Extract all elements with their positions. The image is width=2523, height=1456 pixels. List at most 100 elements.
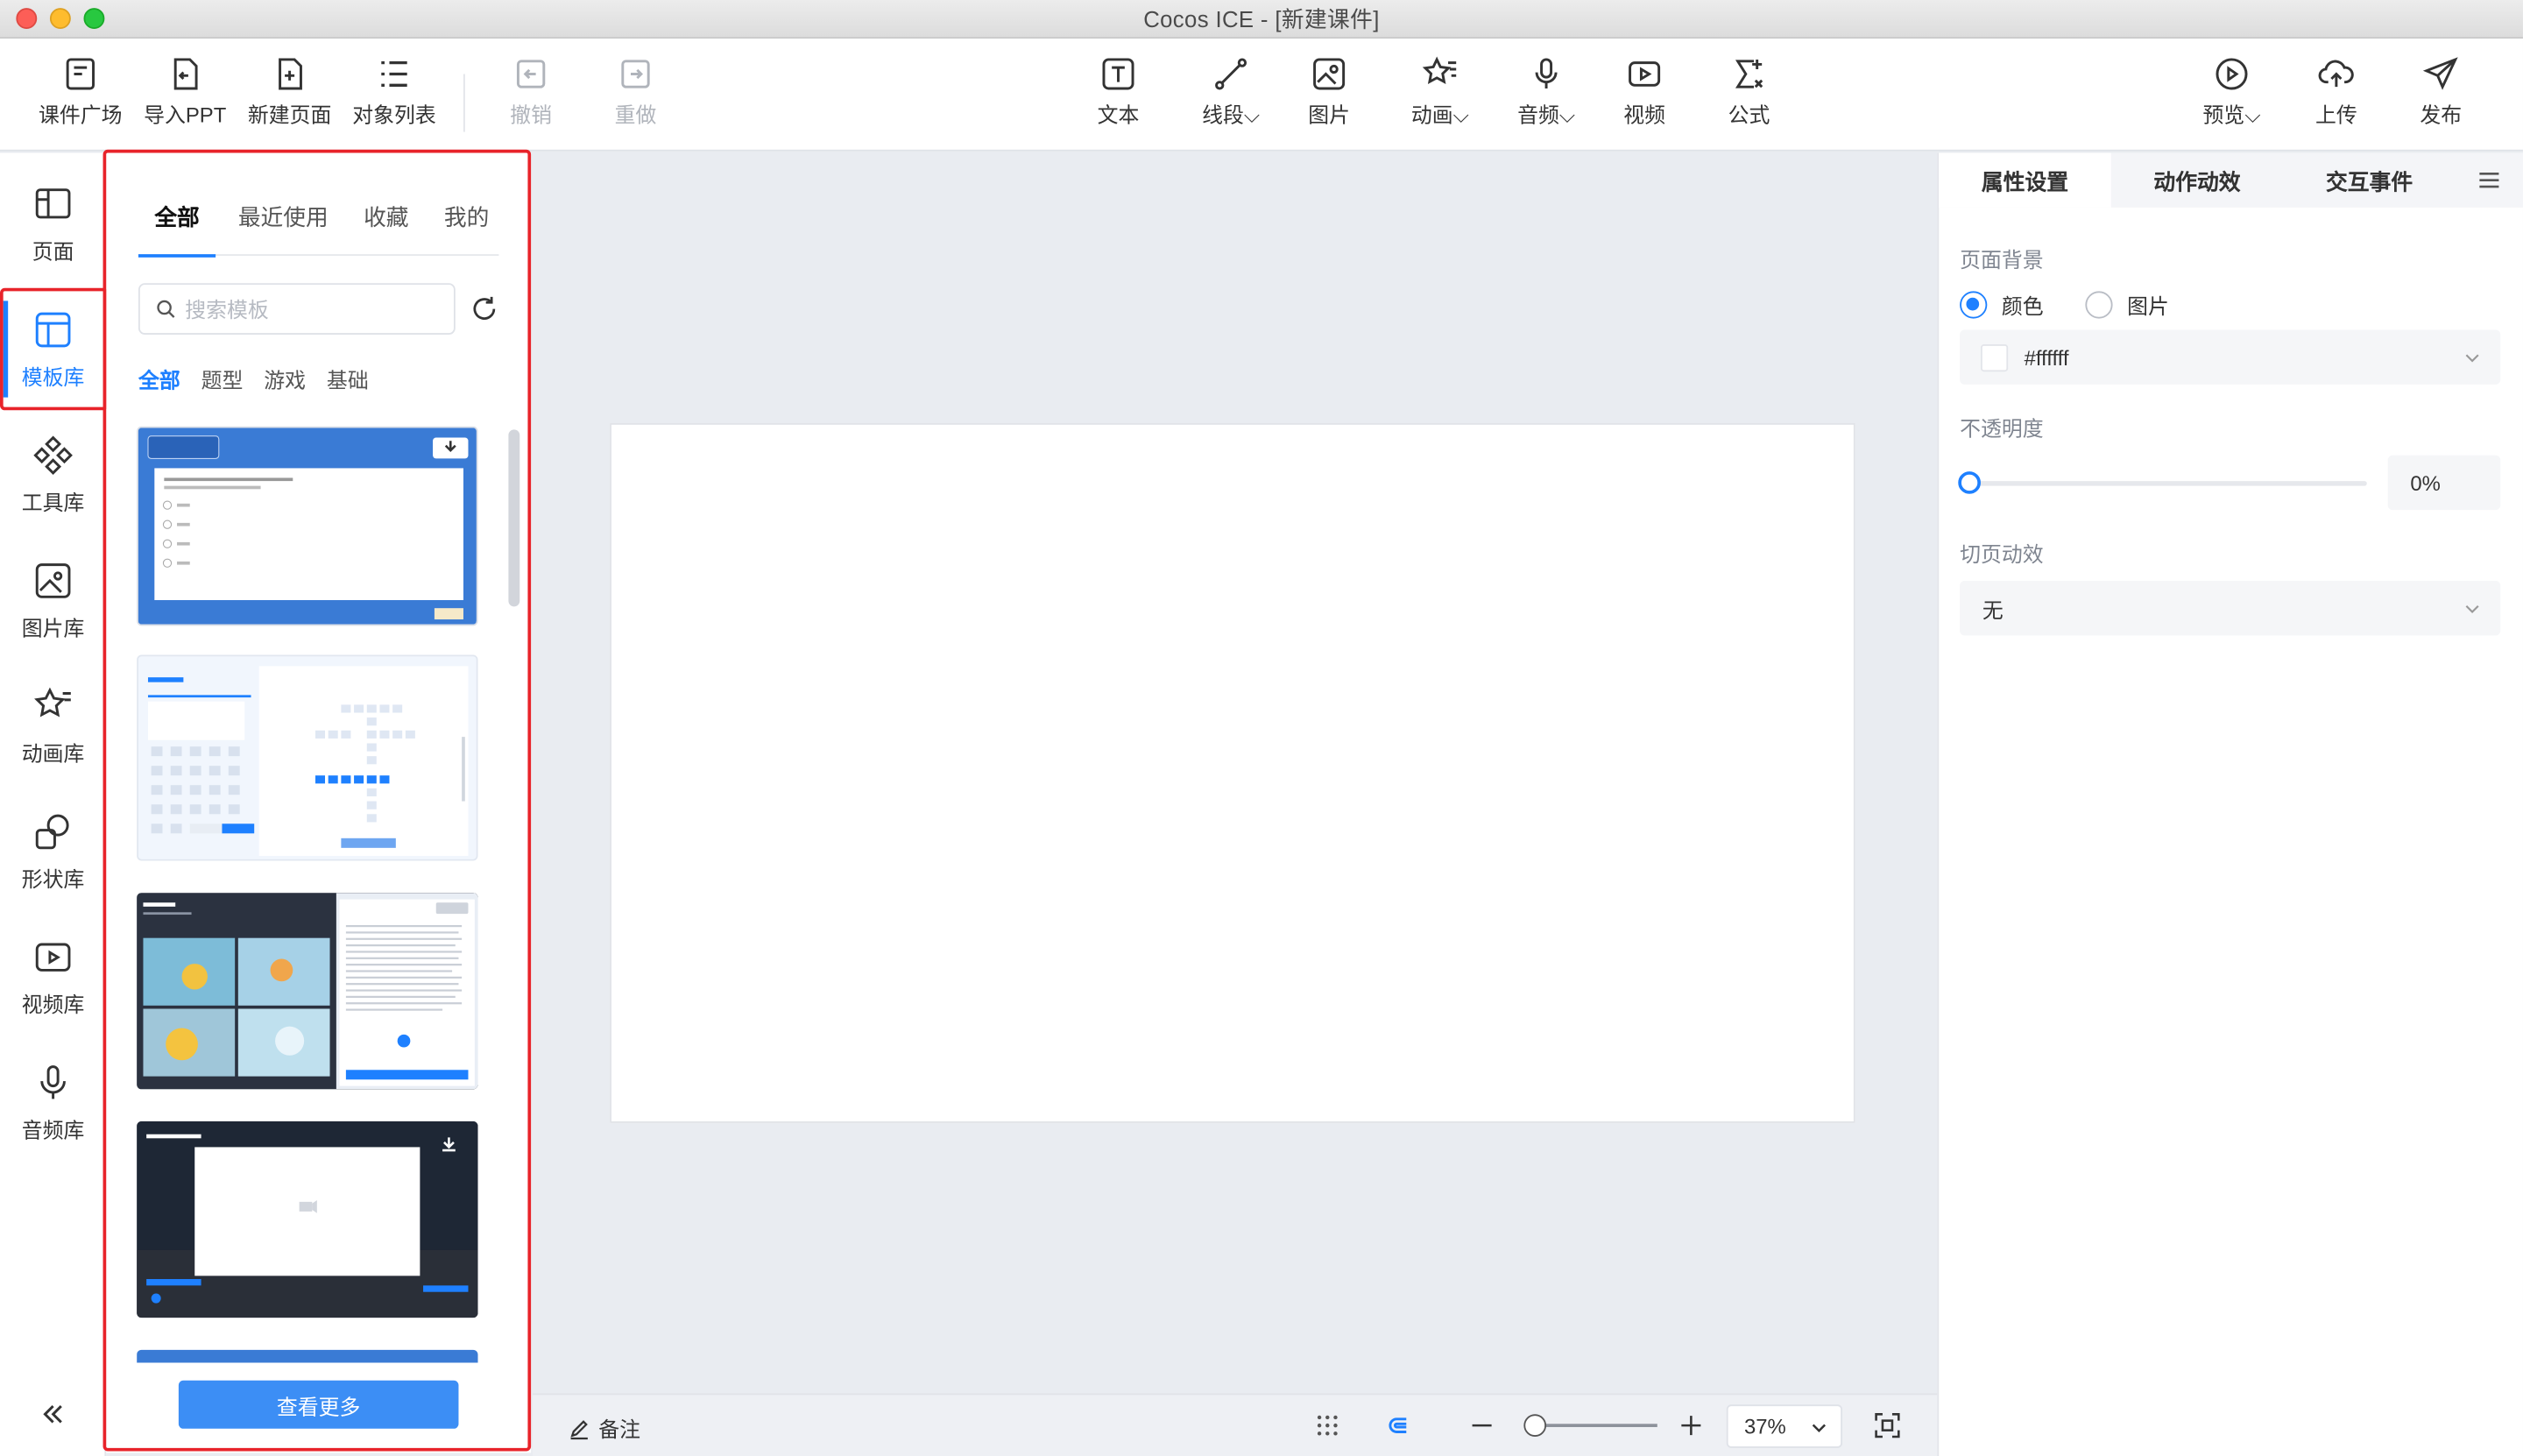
tab-interaction-events[interactable]: 交互事件 [2283, 152, 2456, 207]
rail-item-animations[interactable]: 动画库 [0, 664, 106, 787]
zoom-out-icon[interactable] [1467, 1411, 1496, 1440]
template-card-list [137, 426, 478, 1363]
template-card[interactable] [137, 426, 478, 626]
courseware-square-label: 课件广场 [39, 102, 123, 128]
opacity-slider-handle[interactable] [1958, 471, 1981, 494]
undo-icon [516, 60, 546, 88]
text-icon [1102, 58, 1134, 90]
rail-item-tools[interactable]: 工具库 [0, 413, 106, 536]
undo-button[interactable]: 撤销 [483, 54, 579, 135]
object-list-button[interactable]: 对象列表 [346, 54, 442, 135]
template-list-scrollbar[interactable] [508, 429, 520, 607]
chevron-down-icon [2465, 604, 2479, 614]
audio-tool-label: 音频⌵ [1517, 102, 1576, 128]
refresh-icon[interactable] [470, 294, 498, 323]
minimize-window-button[interactable] [49, 8, 71, 30]
animation-tool-button[interactable]: 动画⌵ [1392, 54, 1488, 135]
rail-item-label: 音频库 [21, 1117, 85, 1141]
rail-item-images[interactable]: 图片库 [0, 539, 106, 661]
upload-icon [2318, 60, 2354, 88]
preview-label: 预览⌵ [2202, 102, 2261, 128]
formula-tool-button[interactable]: 公式 [1700, 54, 1797, 135]
double-chevron-left-icon [43, 1405, 62, 1424]
tab-all[interactable]: 全部 [138, 198, 216, 258]
rail-item-label: 页面 [32, 238, 74, 264]
undo-label: 撤销 [510, 102, 552, 128]
rail-item-shapes[interactable]: 形状库 [0, 790, 106, 913]
zoom-in-icon[interactable] [1677, 1411, 1706, 1440]
tab-properties[interactable]: 属性设置 [1939, 152, 2111, 208]
collapse-panel-button[interactable] [39, 1400, 67, 1429]
page-transition-title: 切页动效 [1960, 541, 2044, 567]
opacity-input[interactable]: 0% [2387, 455, 2501, 511]
upload-button[interactable]: 上传 [2288, 54, 2385, 135]
rail-item-templates[interactable]: 模板库 [0, 288, 106, 411]
tab-action-effects[interactable]: 动作动效 [2111, 152, 2284, 207]
color-swatch [1980, 343, 2009, 371]
maximize-window-button[interactable] [83, 8, 105, 30]
tab-mine[interactable]: 我的 [444, 198, 489, 256]
filter-games[interactable]: 游戏 [264, 364, 306, 394]
image-tool-label: 图片 [1308, 102, 1350, 128]
canvas-bottom-bar: 备注 37% [532, 1393, 1938, 1456]
shape-library-icon [35, 813, 69, 849]
view-more-button[interactable]: 查看更多 [178, 1380, 459, 1429]
filter-question-type[interactable]: 题型 [201, 364, 244, 394]
slide-page[interactable] [610, 422, 1855, 1123]
redo-button[interactable]: 重做 [587, 54, 683, 135]
zoom-slider-handle[interactable] [1523, 1414, 1547, 1437]
template-thumbnail [138, 656, 477, 859]
line-tool-label: 线段⌵ [1202, 102, 1261, 128]
audio-tool-button[interactable]: 音频⌵ [1498, 54, 1594, 135]
chevron-down-icon [1812, 1424, 1827, 1433]
filter-basic[interactable]: 基础 [327, 364, 369, 394]
redo-icon [621, 60, 650, 88]
publish-button[interactable]: 发布 [2392, 54, 2489, 135]
template-card[interactable] [137, 1349, 478, 1363]
video-icon [1629, 61, 1661, 87]
new-page-button[interactable]: 新建页面 [242, 54, 338, 135]
template-search-input[interactable] [185, 296, 443, 322]
animation-library-icon [34, 686, 71, 717]
zoom-level-select[interactable]: 37% [1726, 1404, 1843, 1448]
video-tool-label: 视频 [1623, 102, 1665, 128]
filter-all[interactable]: 全部 [138, 364, 180, 394]
image-tool-button[interactable]: 图片 [1281, 54, 1377, 135]
tab-recent[interactable]: 最近使用 [238, 198, 329, 256]
canvas-stage [532, 152, 1938, 1394]
publish-icon [2422, 57, 2458, 90]
text-tool-button[interactable]: 文本 [1070, 54, 1166, 135]
magnet-snap-icon[interactable] [1384, 1411, 1413, 1440]
import-ppt-button[interactable]: 导入PPT [137, 54, 233, 135]
page-transition-select[interactable]: 无 [1960, 580, 2501, 636]
rail-item-pages[interactable]: 页面 [0, 162, 106, 285]
rail-item-audio[interactable]: 音频库 [0, 1041, 106, 1163]
template-card[interactable] [137, 654, 478, 861]
properties-panel: 属性设置 动作动效 交互事件 页面背景 颜色 图片 #ffffff 不透明度 0… [1937, 152, 2523, 1456]
background-color-value: #ffffff [2024, 344, 2069, 370]
preview-icon [2216, 58, 2248, 90]
radio-color[interactable] [1960, 291, 1988, 319]
properties-tabs: 属性设置 动作动效 交互事件 [1939, 152, 2523, 208]
preview-button[interactable]: 预览⌵ [2183, 54, 2279, 135]
close-window-button[interactable] [16, 8, 38, 30]
radio-color-label: 颜色 [2001, 294, 2044, 319]
video-tool-button[interactable]: 视频 [1596, 54, 1693, 135]
upload-label: 上传 [2315, 102, 2357, 128]
background-color-picker[interactable]: #ffffff [1960, 329, 2501, 385]
template-card[interactable] [137, 1121, 478, 1318]
grid-icon[interactable] [1313, 1411, 1342, 1440]
radio-image[interactable] [2085, 291, 2113, 319]
fit-screen-icon[interactable] [1873, 1411, 1902, 1440]
line-tool-button[interactable]: 线段⌵ [1183, 54, 1279, 135]
rail-item-videos[interactable]: 视频库 [0, 915, 106, 1038]
template-card[interactable] [137, 893, 478, 1090]
tab-favorites[interactable]: 收藏 [364, 198, 408, 256]
object-list-icon [381, 60, 407, 87]
notes-button[interactable]: 备注 [568, 1412, 640, 1443]
opacity-slider-track[interactable] [1969, 481, 2367, 486]
courseware-square-button[interactable]: 课件广场 [32, 54, 129, 135]
menu-icon[interactable] [2478, 169, 2501, 192]
opacity-title: 不透明度 [1960, 416, 2044, 442]
audio-icon [1535, 58, 1558, 89]
